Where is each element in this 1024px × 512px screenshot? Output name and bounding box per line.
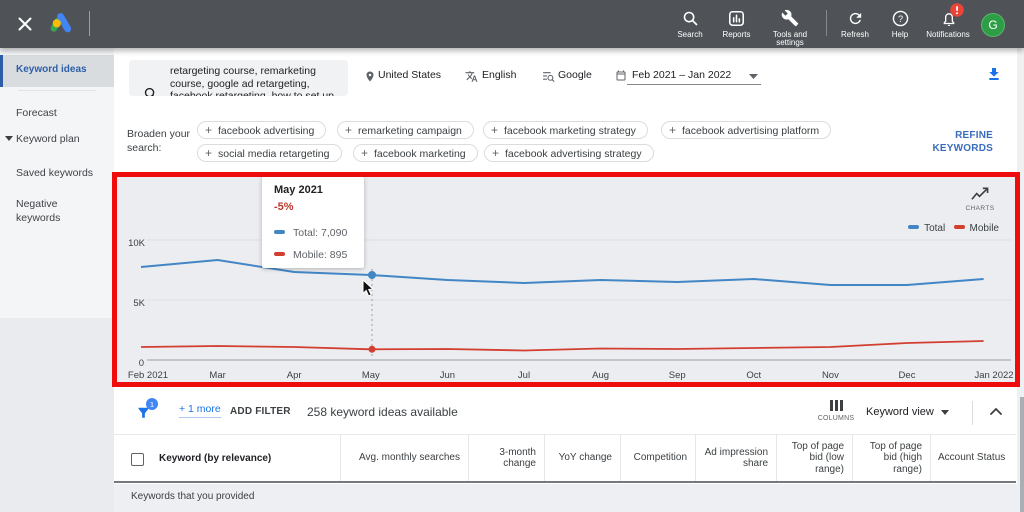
svg-text:Jan 2022: Jan 2022 — [974, 370, 1013, 381]
svg-text:May: May — [362, 370, 380, 381]
svg-text:Nov: Nov — [822, 370, 839, 381]
svg-text:Sep: Sep — [669, 370, 686, 381]
svg-text:5K: 5K — [133, 298, 145, 309]
svg-text:Feb 2021: Feb 2021 — [128, 370, 168, 381]
svg-text:0: 0 — [139, 358, 144, 369]
svg-text:1: 1 — [150, 400, 154, 409]
svg-text:Oct: Oct — [746, 370, 761, 381]
svg-text:10K: 10K — [128, 238, 146, 249]
svg-text:Aug: Aug — [592, 370, 609, 381]
svg-text:?: ? — [898, 14, 903, 24]
svg-text:Mar: Mar — [209, 370, 225, 381]
svg-text:Jun: Jun — [440, 370, 455, 381]
svg-text:Dec: Dec — [899, 370, 916, 381]
svg-text:Jul: Jul — [518, 370, 530, 381]
svg-text:Apr: Apr — [287, 370, 302, 381]
